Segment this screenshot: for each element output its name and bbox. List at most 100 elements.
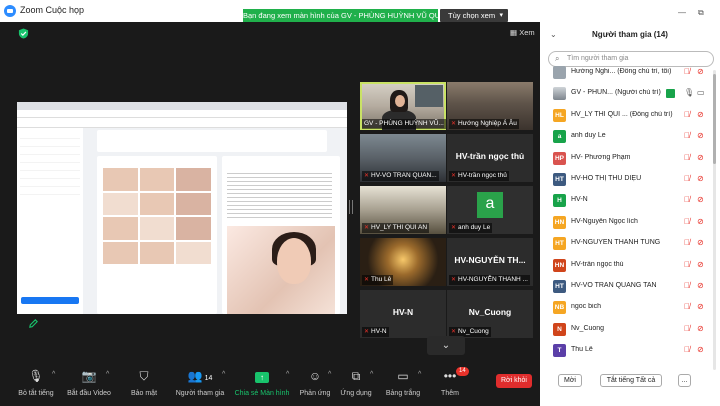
video-tile[interactable]: ✕ HV_LY THI QUI AN bbox=[360, 186, 446, 234]
muted-microphone-icon[interactable]: 🎙̸ bbox=[684, 153, 690, 162]
video-tile[interactable]: a ✕ anh duy Le bbox=[447, 186, 533, 234]
participant-row[interactable]: GV - PHÙN... (Người chủ trì) 🎙 ▭ bbox=[540, 87, 712, 101]
shared-facebook-header bbox=[17, 118, 347, 128]
tile-name-label: ✕ Thu Lê bbox=[362, 275, 394, 285]
gallery-next-page-button[interactable]: ⌄ bbox=[427, 336, 465, 355]
participant-row[interactable]: HT HV-HỒ THỊ THU DIỆU 🎙̸ ⊘ bbox=[540, 173, 712, 187]
annotate-pencil-icon[interactable] bbox=[28, 318, 39, 329]
video-tile[interactable]: HV-NGUYỄN TH... ✕ HV-NGUYỄN THANH ... bbox=[447, 238, 533, 286]
participant-row[interactable]: NB ngoc bich 🎙̸ ⊘ bbox=[540, 301, 712, 315]
view-layout-button[interactable]: ▦ Xem bbox=[510, 28, 535, 37]
muted-microphone-icon[interactable]: 🎙̸ bbox=[684, 302, 690, 311]
chevron-up-icon[interactable]: ^ bbox=[418, 371, 421, 378]
share-screen-label: Chia sẻ Màn hình bbox=[234, 390, 290, 397]
security-button[interactable]: ⛉ Bảo mật bbox=[126, 369, 162, 403]
muted-microphone-icon[interactable]: 🎙̸ bbox=[684, 110, 690, 119]
tile-label-text: HV-VO TRAN QUAN... bbox=[371, 172, 437, 179]
tile-name-label: ✕ HV_LY THI QUI AN bbox=[362, 223, 430, 233]
apps-button[interactable]: ⧉ ^ Ứng dụng bbox=[338, 369, 374, 403]
muted-microphone-icon[interactable]: 🎙̸ bbox=[684, 260, 690, 269]
view-options-button[interactable]: Tùy chọn xem ▾ bbox=[440, 9, 508, 22]
more-button[interactable]: ••• 14 Thêm bbox=[436, 367, 469, 403]
participant-list-scrollbar[interactable] bbox=[713, 70, 716, 370]
whiteboard-label: Bảng trắng bbox=[385, 390, 421, 397]
participant-name: Hướng Nghi... (Đồng chủ trì, tôi) bbox=[571, 68, 672, 75]
participant-row[interactable]: HN HV-Nguyễn Ngọc lích 🎙̸ ⊘ bbox=[540, 215, 712, 230]
video-off-icon: ⊘ bbox=[697, 345, 704, 355]
mute-all-button[interactable]: Tắt tiếng Tất cả bbox=[600, 374, 662, 387]
participant-row[interactable]: T Thu Lê 🎙̸ ⊘ bbox=[540, 344, 712, 358]
participant-name: ngoc bich bbox=[571, 303, 601, 311]
video-tile[interactable]: HV-N ✕ HV-N bbox=[360, 290, 446, 338]
participant-name: HV-NGUYỄN THANH TÙNG bbox=[571, 239, 661, 247]
participant-row[interactable]: N Nv_Cuong 🎙̸ ⊘ bbox=[540, 322, 712, 337]
muted-microphone-icon[interactable]: 🎙̸ bbox=[684, 281, 690, 290]
muted-microphone-icon[interactable]: 🎙̸ bbox=[684, 67, 690, 76]
video-tile[interactable]: HV-trần ngọc thủ ✕ HV-trần ngọc thủ bbox=[447, 134, 533, 182]
video-tile[interactable]: ✕ HV-VO TRAN QUAN... bbox=[360, 134, 446, 182]
minimize-icon[interactable]: — bbox=[678, 8, 686, 17]
video-tile[interactable]: Nv_Cuong ✕ Nv_Cuong bbox=[447, 290, 533, 338]
microphone-icon[interactable]: 🎙 bbox=[684, 88, 694, 97]
muted-microphone-icon[interactable]: 🎙̸ bbox=[684, 345, 690, 354]
participants-button[interactable]: 👥 14 ^ Người tham gia bbox=[174, 369, 226, 403]
encryption-shield-icon[interactable] bbox=[18, 28, 29, 39]
tile-participant-name: HV-N bbox=[392, 307, 414, 317]
tile-name-label: ✕ HV-VO TRAN QUAN... bbox=[362, 171, 439, 181]
chevron-up-icon[interactable]: ^ bbox=[222, 371, 225, 378]
invite-button[interactable]: Mời bbox=[558, 374, 582, 387]
chevron-up-icon[interactable]: ^ bbox=[106, 371, 109, 378]
tile-label-text: HV-NGUYỄN THANH ... bbox=[458, 276, 528, 283]
search-icon: ⌕ bbox=[555, 54, 560, 63]
muted-microphone-icon[interactable]: 🎙̸ bbox=[684, 131, 690, 140]
whiteboard-button[interactable]: ▭ ^ Bảng trắng bbox=[384, 369, 422, 403]
muted-microphone-icon[interactable]: 🎙̸ bbox=[684, 217, 690, 226]
restore-window-icon[interactable]: ⧉ bbox=[698, 8, 704, 18]
unmute-button[interactable]: 🎙 ^ Bỏ tắt tiếng bbox=[14, 369, 58, 403]
video-off-icon: ⊘ bbox=[697, 302, 704, 312]
start-video-label: Bắt đầu Video bbox=[67, 390, 111, 397]
video-tile[interactable]: ✕ Thu Lê bbox=[360, 238, 446, 286]
participant-list: Hướng Nghi... (Đồng chủ trì, tôi) 🎙̸ ⊘ GV -… bbox=[540, 66, 712, 368]
participants-label: Người tham gia bbox=[175, 390, 225, 397]
participant-row[interactable]: HP HV- Phương Phạm 🎙̸ ⊘ bbox=[540, 151, 712, 166]
video-off-icon: ⊘ bbox=[697, 152, 704, 162]
chevron-up-icon[interactable]: ^ bbox=[286, 371, 289, 378]
participant-row[interactable]: a anh duy Le 🎙̸ ⊘ bbox=[540, 130, 712, 144]
avatar: HL bbox=[553, 108, 566, 122]
chevron-down-icon: ▾ bbox=[499, 12, 503, 19]
avatar: NB bbox=[553, 301, 566, 315]
participant-row[interactable]: Hướng Nghi... (Đồng chủ trì, tôi) 🎙̸ ⊘ bbox=[540, 66, 712, 80]
tile-name-label: ✕ HV-trần ngọc thủ bbox=[449, 171, 509, 181]
shared-browser-address-bar bbox=[17, 110, 347, 118]
muted-microphone-icon[interactable]: 🎙̸ bbox=[684, 324, 690, 333]
tile-participant-name: HV-NGUYỄN TH... bbox=[454, 255, 526, 265]
participant-name: HV_LY THI QUI ... (Đồng chủ trì) bbox=[571, 110, 673, 118]
participant-row[interactable]: HN HV-trần ngọc thủ 🎙̸ ⊘ bbox=[540, 258, 712, 273]
participant-row[interactable]: HT HV-NGUYỄN THANH TÙNG 🎙̸ ⊘ bbox=[540, 237, 712, 251]
muted-microphone-icon[interactable]: 🎙̸ bbox=[684, 174, 690, 183]
leave-meeting-button[interactable]: Rời khỏi bbox=[496, 374, 532, 388]
participant-row[interactable]: H HV-N 🎙̸ ⊘ bbox=[540, 194, 712, 208]
chevron-up-icon[interactable]: ^ bbox=[52, 371, 55, 378]
zoom-meeting-window: Zoom Cuộc họp Bạn đang xem màn hình của … bbox=[0, 0, 540, 406]
participant-search-input[interactable]: ⌕ Tìm người tham gia bbox=[548, 51, 714, 67]
split-view-resize-handle[interactable] bbox=[349, 200, 353, 214]
avatar: HT bbox=[553, 173, 566, 186]
chevron-up-icon[interactable]: ^ bbox=[370, 371, 373, 378]
participant-row[interactable]: HT HV-VO TRAN QUANG TAN 🎙̸ ⊘ bbox=[540, 280, 712, 294]
more-options-button[interactable]: ... bbox=[678, 374, 691, 387]
video-tile[interactable]: GV - PHÙNG HUỲNH VŨ... bbox=[360, 82, 446, 130]
participant-row[interactable]: HL HV_LY THI QUI ... (Đồng chủ trì) 🎙̸ ⊘ bbox=[540, 108, 712, 123]
reactions-button[interactable]: ☺ ^ Phản ứng bbox=[298, 369, 332, 403]
share-screen-button[interactable]: ↑ ^ Chia sẻ Màn hình bbox=[234, 369, 290, 403]
avatar: a bbox=[477, 192, 503, 218]
chevron-up-icon[interactable]: ^ bbox=[328, 371, 331, 378]
video-tile[interactable]: ✕ Hướng Nghiệp Á Âu bbox=[447, 82, 533, 130]
video-off-icon: ⊘ bbox=[697, 216, 704, 226]
muted-microphone-icon[interactable]: 🎙̸ bbox=[684, 195, 690, 204]
start-video-button[interactable]: 📷 ^ Bắt đầu Video bbox=[64, 369, 114, 403]
shared-browser-tabs bbox=[17, 102, 347, 110]
muted-microphone-icon[interactable]: 🎙̸ bbox=[684, 238, 690, 247]
zoom-app-icon bbox=[4, 5, 16, 17]
